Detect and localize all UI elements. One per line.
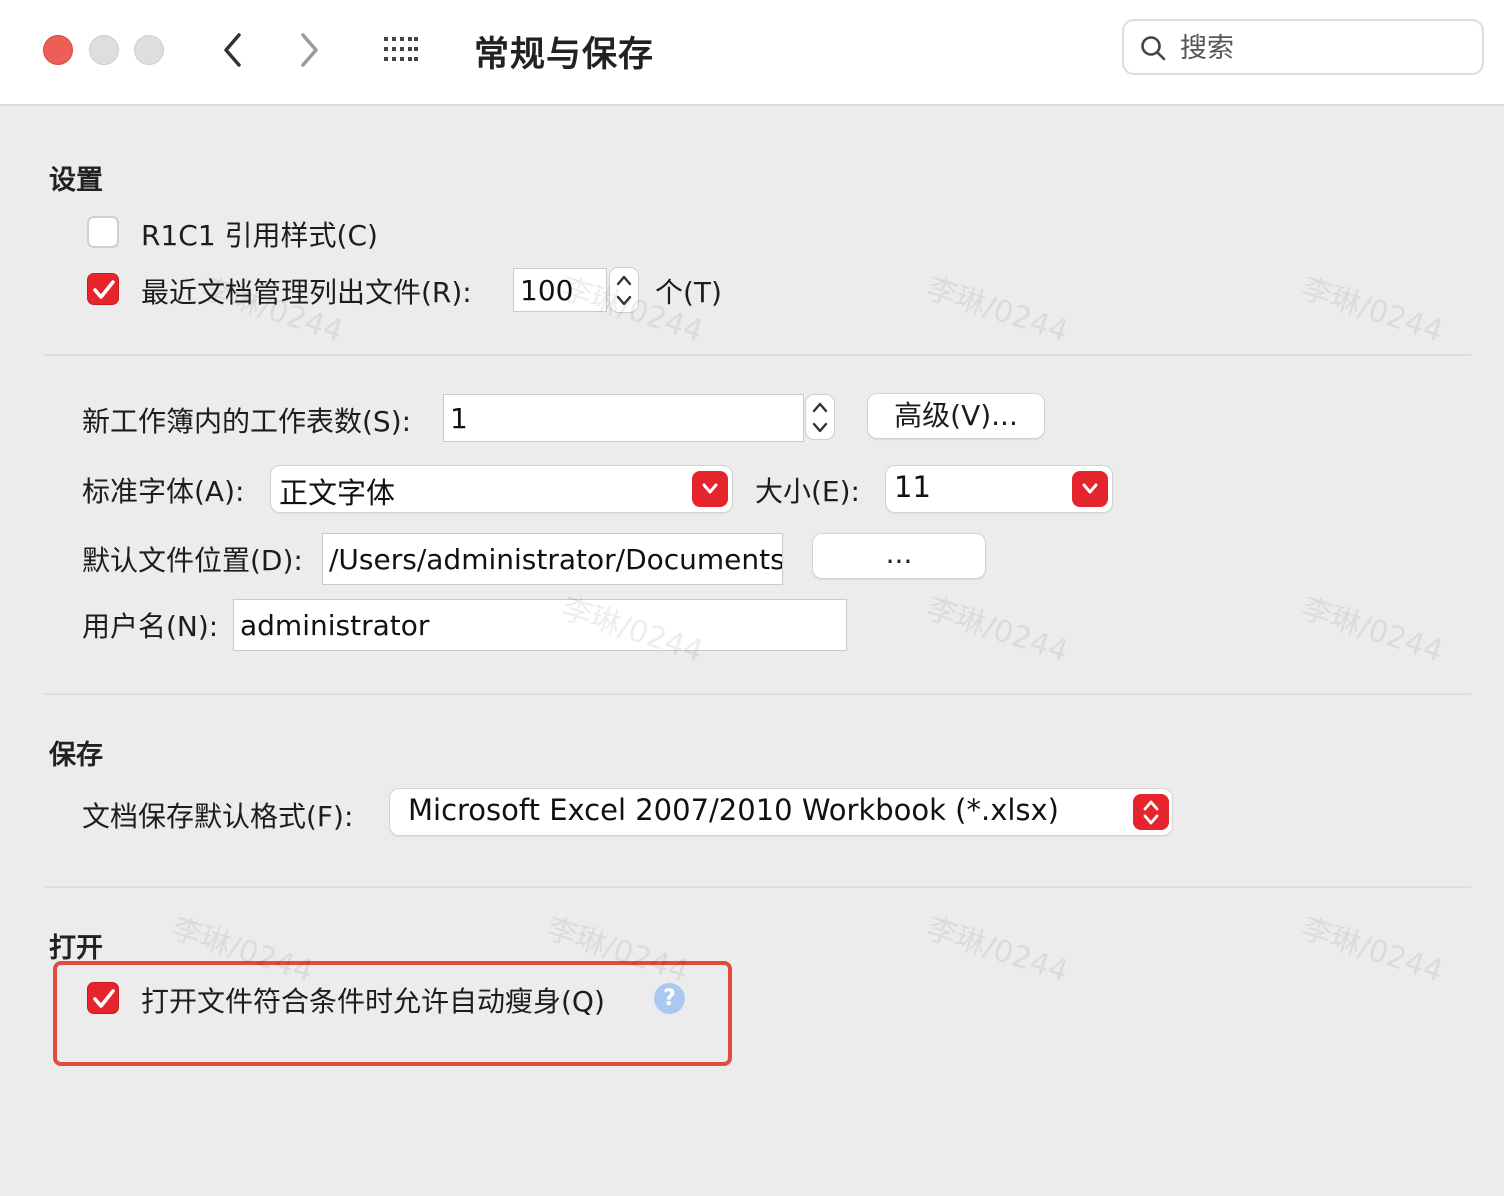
- chevron-down-icon: [702, 483, 718, 494]
- watermark: 李琳/0244: [1297, 911, 1448, 990]
- standard-font-label: 标准字体(A):: [82, 475, 245, 508]
- save-section-title: 保存: [49, 740, 103, 771]
- recent-docs-unit: 个(T): [655, 276, 722, 309]
- sheets-count-stepper[interactable]: [805, 394, 835, 440]
- browse-button[interactable]: ...: [812, 533, 986, 579]
- dropdown-arrow: [1072, 471, 1108, 507]
- sheets-count-field[interactable]: 1: [443, 394, 804, 442]
- zoom-window-button[interactable]: [134, 35, 164, 65]
- standard-font-value: 正文字体: [279, 476, 396, 510]
- recent-docs-label: 最近文档管理列出文件(R):: [141, 276, 472, 309]
- chevron-down-icon: [812, 422, 828, 433]
- chevron-up-icon: [812, 402, 828, 413]
- window-title: 常规与保存: [474, 35, 655, 75]
- default-format-label: 文档保存默认格式(F):: [82, 800, 354, 833]
- search-box[interactable]: [1122, 19, 1484, 75]
- watermark: 李琳/0244: [1297, 271, 1448, 350]
- advanced-button[interactable]: 高级(V)...: [867, 393, 1045, 439]
- dropdown-arrow: [692, 471, 728, 507]
- chevron-up-icon: [616, 275, 632, 286]
- default-format-select[interactable]: Microsoft Excel 2007/2010 Workbook (*.xl…: [389, 788, 1173, 836]
- watermark: 李琳/0244: [922, 271, 1073, 350]
- divider: [43, 886, 1471, 888]
- chevron-down-icon: [1082, 483, 1098, 494]
- font-size-select[interactable]: 11: [885, 465, 1113, 513]
- watermark: 李琳/0244: [922, 911, 1073, 990]
- recent-docs-count-field[interactable]: 100: [513, 268, 607, 312]
- watermark: 李琳/0244: [922, 591, 1073, 670]
- checkmark-icon: [93, 280, 115, 299]
- r1c1-label: R1C1 引用样式(C): [141, 219, 378, 252]
- default-format-value: Microsoft Excel 2007/2010 Workbook (*.xl…: [408, 793, 1059, 827]
- font-size-label: 大小(E):: [755, 475, 860, 508]
- title-bar: 常规与保存: [0, 0, 1504, 106]
- back-button[interactable]: [219, 30, 249, 70]
- username-field[interactable]: administrator: [233, 599, 847, 651]
- show-all-button[interactable]: [383, 36, 419, 62]
- minimize-window-button[interactable]: [89, 35, 119, 65]
- watermark: 李琳/0244: [1297, 591, 1448, 670]
- chevron-down-icon: [1143, 814, 1159, 825]
- chevron-left-icon: [224, 33, 241, 67]
- username-label: 用户名(N):: [82, 610, 219, 643]
- recent-docs-stepper[interactable]: [609, 267, 639, 313]
- settings-section-title: 设置: [49, 165, 103, 196]
- search-input[interactable]: [1178, 29, 1472, 67]
- grid-icon: [384, 37, 418, 61]
- r1c1-checkbox[interactable]: [87, 216, 119, 248]
- forward-button[interactable]: [293, 30, 323, 70]
- default-location-label: 默认文件位置(D):: [82, 544, 303, 577]
- standard-font-select[interactable]: 正文字体: [270, 465, 733, 513]
- default-location-field[interactable]: /Users/administrator/Documents: [322, 533, 783, 585]
- font-size-value: 11: [894, 470, 931, 504]
- open-section-title: 打开: [49, 933, 103, 964]
- chevron-down-icon: [616, 295, 632, 306]
- divider: [43, 354, 1471, 356]
- divider: [43, 693, 1471, 695]
- recent-docs-checkbox[interactable]: [87, 273, 119, 305]
- chevron-right-icon: [301, 33, 318, 67]
- updown-arrow: [1133, 794, 1169, 830]
- sheets-count-label: 新工作簿内的工作表数(S):: [82, 405, 412, 438]
- highlight-box: [53, 961, 732, 1066]
- close-window-button[interactable]: [43, 35, 73, 65]
- search-icon: [1141, 36, 1166, 61]
- chevron-up-icon: [1143, 800, 1159, 811]
